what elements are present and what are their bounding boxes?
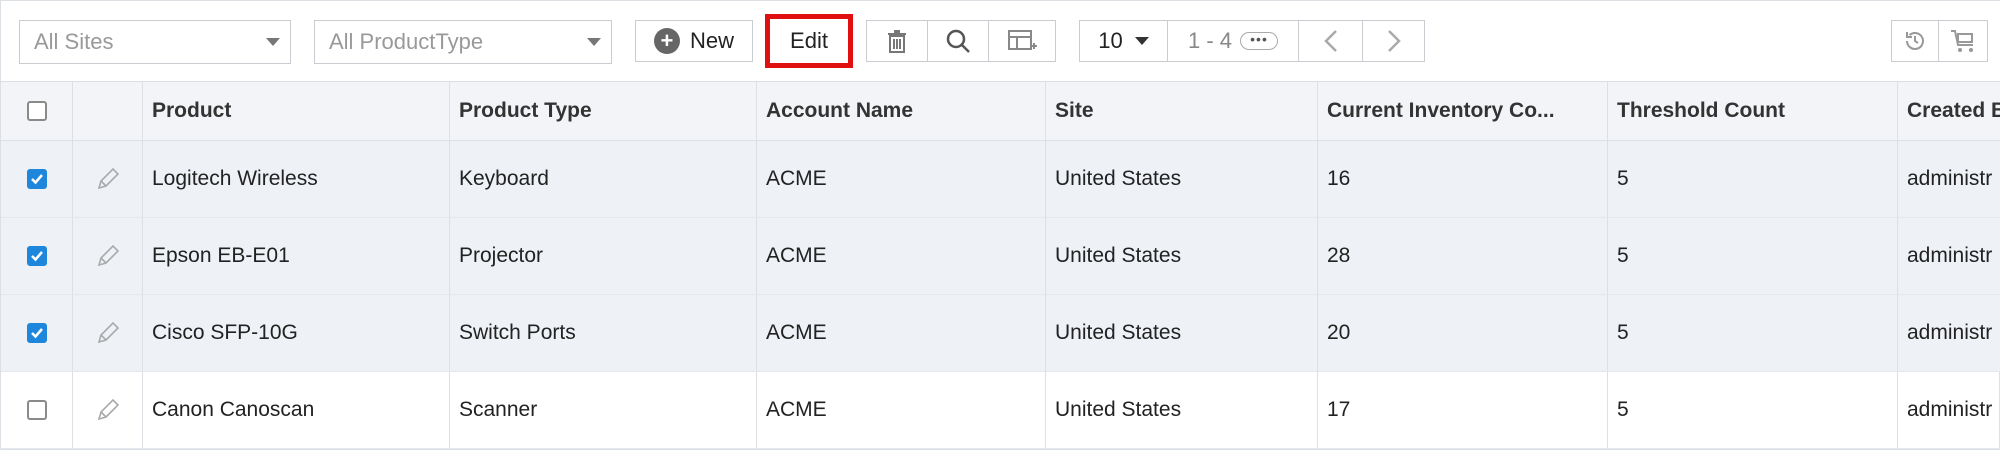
row-edit-cell <box>72 141 142 217</box>
header-site[interactable]: Site <box>1045 82 1317 140</box>
history-icon <box>1906 32 1924 50</box>
cell-created-by: administr <box>1897 141 2000 217</box>
range-text: 1 - 4 <box>1187 28 1233 53</box>
page-size-select[interactable]: 10 <box>1079 20 1168 62</box>
cart-button[interactable] <box>1938 20 1988 62</box>
cart-icon <box>1951 30 1973 52</box>
cell-product: Epson EB-E01 <box>142 218 449 294</box>
search-button[interactable] <box>927 20 989 62</box>
search-icon <box>946 29 970 53</box>
pencil-icon[interactable] <box>95 243 121 269</box>
cell-account-name: ACME <box>756 295 1045 371</box>
edit-button-label: Edit <box>790 28 828 53</box>
row-edit-cell <box>72 218 142 294</box>
header-current-inventory[interactable]: Current Inventory Co... <box>1317 82 1607 140</box>
edit-col-header <box>72 82 142 140</box>
select-all-checkbox[interactable] <box>26 101 47 121</box>
row-select-cell <box>1 218 72 294</box>
cell-site: United States <box>1045 218 1317 294</box>
row-checkbox[interactable] <box>26 400 47 420</box>
header-account-name[interactable]: Account Name <box>756 82 1045 140</box>
chevron-right-icon <box>1387 30 1401 52</box>
cell-site: United States <box>1045 372 1317 448</box>
trash-icon <box>888 30 906 53</box>
checkmark-icon <box>30 251 43 262</box>
new-button-label: New <box>689 28 734 53</box>
page-size-value: 10 <box>1098 28 1123 53</box>
row-edit-cell <box>72 295 142 371</box>
prev-page-button[interactable] <box>1298 20 1363 62</box>
table-row[interactable]: Logitech Wireless Keyboard ACME United S… <box>1 141 2000 218</box>
cell-created-by: administr <box>1897 295 2000 371</box>
inventory-grid-window: All Sites All ProductType + New Edit 10 … <box>0 0 2000 450</box>
row-checkbox[interactable] <box>26 246 47 266</box>
pencil-icon[interactable] <box>95 397 121 423</box>
product-type-filter-value: All ProductType <box>329 29 484 54</box>
table-row[interactable]: Epson EB-E01 Projector ACME United State… <box>1 218 2000 295</box>
table-row[interactable]: Cisco SFP-10G Switch Ports ACME United S… <box>1 295 2000 372</box>
new-button[interactable]: + New <box>635 20 753 62</box>
cell-product-type: Projector <box>449 218 756 294</box>
history-button[interactable] <box>1891 20 1939 62</box>
header-product[interactable]: Product <box>142 82 449 140</box>
cell-account-name: ACME <box>756 218 1045 294</box>
pencil-icon[interactable] <box>95 166 121 192</box>
cell-product: Logitech Wireless <box>142 141 449 217</box>
row-edit-cell <box>72 372 142 448</box>
caret-down-icon <box>1134 37 1149 45</box>
cell-product-type: Switch Ports <box>449 295 756 371</box>
row-select-cell <box>1 141 72 217</box>
cell-threshold-count: 5 <box>1607 295 1897 371</box>
cell-site: United States <box>1045 295 1317 371</box>
table-row[interactable]: Canon Canoscan Scanner ACME United State… <box>1 372 2000 449</box>
delete-button[interactable] <box>866 20 928 62</box>
cell-created-by: administr <box>1897 218 2000 294</box>
chevron-down-icon <box>266 38 280 46</box>
product-type-filter-select[interactable]: All ProductType <box>314 20 612 64</box>
header-product-type[interactable]: Product Type <box>449 82 756 140</box>
cell-account-name: ACME <box>756 372 1045 448</box>
cell-product: Cisco SFP-10G <box>142 295 449 371</box>
chevron-down-icon <box>587 38 601 46</box>
cell-current-inventory: 20 <box>1317 295 1607 371</box>
site-filter-value: All Sites <box>34 29 114 54</box>
plus-circle-icon: + <box>653 28 680 54</box>
row-checkbox[interactable] <box>26 323 47 343</box>
cell-threshold-count: 5 <box>1607 141 1897 217</box>
checkmark-icon <box>30 328 43 339</box>
cell-current-inventory: 28 <box>1317 218 1607 294</box>
row-select-cell <box>1 372 72 448</box>
header-threshold-count[interactable]: Threshold Count <box>1607 82 1897 140</box>
cell-threshold-count: 5 <box>1607 372 1897 448</box>
edit-button[interactable]: Edit <box>765 14 853 68</box>
chevron-left-icon <box>1323 30 1337 52</box>
cell-site: United States <box>1045 141 1317 217</box>
more-pages-button[interactable]: ••• <box>1240 32 1279 50</box>
cell-created-by: administr <box>1897 372 2000 448</box>
site-filter-select[interactable]: All Sites <box>19 20 291 64</box>
add-column-icon <box>1008 30 1037 50</box>
next-page-button[interactable] <box>1362 20 1425 62</box>
cell-account-name: ACME <box>756 141 1045 217</box>
cell-current-inventory: 16 <box>1317 141 1607 217</box>
pencil-icon[interactable] <box>95 320 121 346</box>
cell-current-inventory: 17 <box>1317 372 1607 448</box>
row-select-cell <box>1 295 72 371</box>
cell-product: Canon Canoscan <box>142 372 449 448</box>
row-checkbox[interactable] <box>26 169 47 189</box>
cell-product-type: Scanner <box>449 372 756 448</box>
toolbar: All Sites All ProductType + New Edit 10 … <box>1 1 2000 81</box>
add-column-button[interactable] <box>988 20 1056 62</box>
pagination-range: 1 - 4 ••• <box>1167 20 1299 62</box>
cell-product-type: Keyboard <box>449 141 756 217</box>
cell-threshold-count: 5 <box>1607 218 1897 294</box>
select-all-cell <box>1 82 72 140</box>
header-created-by[interactable]: Created B <box>1897 82 2000 140</box>
checkmark-icon <box>30 174 43 185</box>
grid-header: Product Product Type Account Name Site C… <box>1 81 2000 141</box>
